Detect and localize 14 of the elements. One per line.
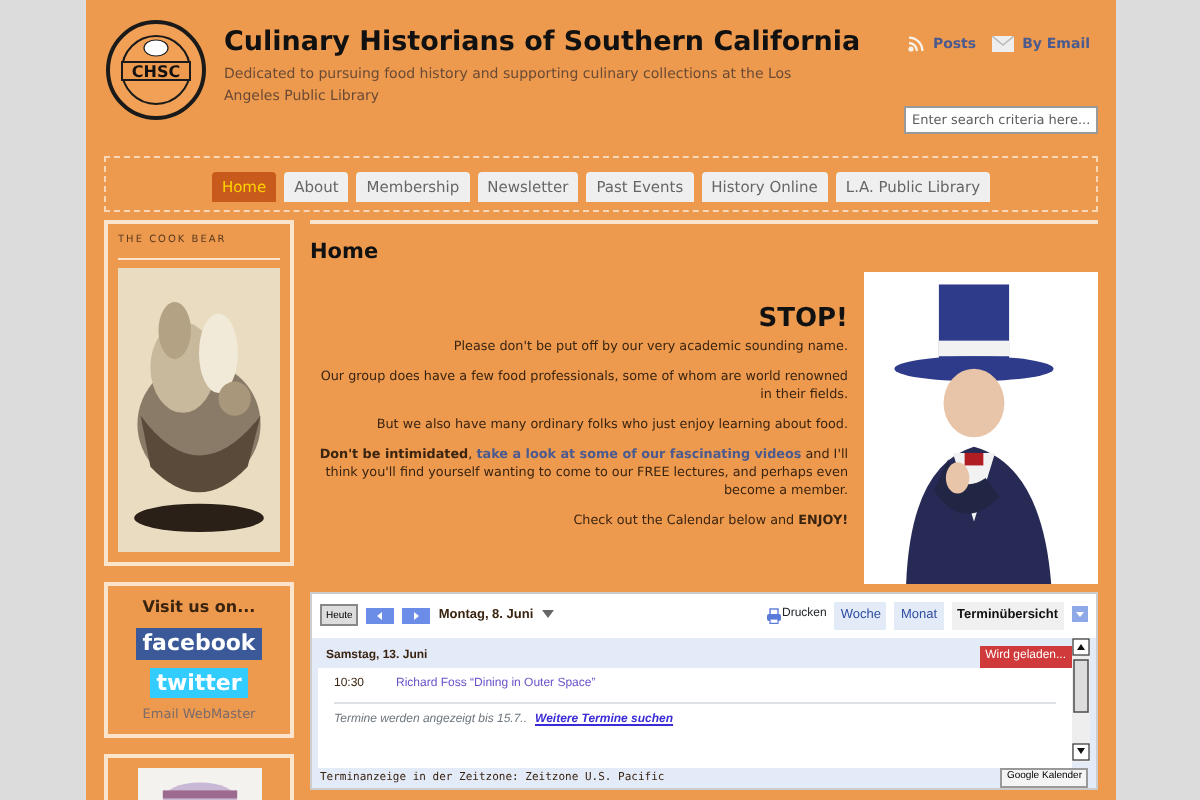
stop-heading: STOP! — [756, 309, 848, 328]
envelope-icon — [992, 36, 1015, 53]
facebook-link[interactable]: facebook — [136, 627, 262, 659]
site-title: Culinary Historians of Southern California — [224, 24, 861, 60]
caret-icon[interactable] — [541, 609, 554, 618]
dropdown-button[interactable] — [1072, 605, 1088, 622]
previous-button[interactable] — [366, 607, 395, 624]
logo: CHSC — [104, 18, 208, 122]
sidebar-heading: Visit us on... — [142, 595, 256, 619]
next-button[interactable] — [402, 607, 431, 624]
scrollbar[interactable] — [1072, 637, 1090, 761]
page-heading: Home — [310, 238, 381, 268]
rss-icon — [908, 36, 925, 53]
printer-icon — [766, 607, 782, 624]
